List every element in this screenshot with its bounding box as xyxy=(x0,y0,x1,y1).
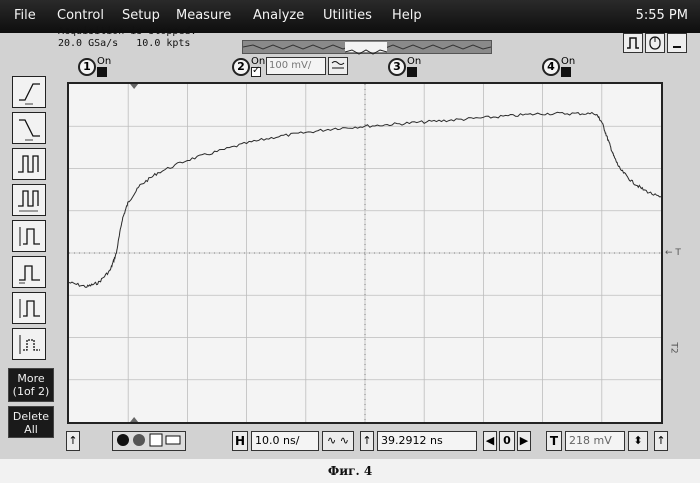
amplitude-icon xyxy=(16,224,42,250)
period-button[interactable] xyxy=(12,148,46,180)
oscilloscope-app: File Control Setup Measure Analyze Utili… xyxy=(0,0,700,459)
menu-help[interactable]: Help xyxy=(392,8,422,23)
channel-4-badge[interactable]: 4 xyxy=(542,58,560,76)
acquisition-state: Acquisition is stopped. xyxy=(58,26,196,38)
channel-4-on-label: On xyxy=(561,56,575,67)
channel-2-badge[interactable]: 2 xyxy=(232,58,250,76)
channel-1-on-label: On xyxy=(97,56,111,67)
fall-time-button[interactable] xyxy=(12,112,46,144)
trigger-level-spinner-icon[interactable]: ⬍ xyxy=(628,431,648,451)
channel-2-coupling-icon[interactable] xyxy=(328,57,348,75)
delay-field[interactable]: 39.2912 ns xyxy=(377,431,477,451)
scroll-right-icon[interactable]: ▶ xyxy=(517,431,531,451)
run-mode-icon[interactable] xyxy=(623,33,643,53)
zoom-wave-icon[interactable]: ∿ ∿ xyxy=(322,431,354,451)
menu-control[interactable]: Control xyxy=(57,8,104,23)
trigger-position-marker-bottom xyxy=(130,417,138,422)
delete-all-button[interactable]: Delete All xyxy=(8,406,54,438)
duty-cycle-icon xyxy=(16,188,42,214)
channel-2-scale-field[interactable]: 100 mV/ xyxy=(266,57,326,75)
amplitude-button[interactable] xyxy=(12,220,46,252)
menu-utilities[interactable]: Utilities xyxy=(323,8,372,23)
scroll-left-icon[interactable]: ◀ xyxy=(483,431,497,451)
file-tools-icons xyxy=(114,432,184,448)
sample-rate: 20.0 GSa/s 10.0 kpts xyxy=(58,38,196,50)
bottom-left-arrow-icon[interactable]: ↑ xyxy=(66,431,80,451)
overview-window[interactable] xyxy=(345,42,387,52)
trigger-2-marker: T2 xyxy=(669,342,679,353)
duty-cycle-button[interactable] xyxy=(12,184,46,216)
channel-1-badge[interactable]: 1 xyxy=(78,58,96,76)
trigger-level-marker: ← T xyxy=(665,248,681,258)
figure-caption: Фиг. 4 xyxy=(0,464,700,478)
acquisition-status: Acquisition is stopped. 20.0 GSa/s 10.0 … xyxy=(58,26,196,50)
rise-time-button[interactable] xyxy=(12,76,46,108)
period-icon xyxy=(16,152,42,178)
timebase-field[interactable]: 10.0 ns/ xyxy=(251,431,319,451)
vmax-icon xyxy=(16,296,42,322)
menu-measure[interactable]: Measure xyxy=(176,8,231,23)
channel-4-on-checkbox[interactable] xyxy=(561,67,571,77)
menu-analyze[interactable]: Analyze xyxy=(253,8,304,23)
channel-3-badge[interactable]: 3 xyxy=(388,58,406,76)
channel-2-on-checkbox[interactable] xyxy=(251,67,261,77)
fall-time-icon xyxy=(16,116,42,142)
channel-1-on-checkbox[interactable] xyxy=(97,67,107,77)
waveform-display[interactable] xyxy=(67,82,663,424)
minimize-icon[interactable] xyxy=(667,33,687,53)
bottom-right-arrow-icon[interactable]: ↑ xyxy=(654,431,668,451)
waveform-graticule xyxy=(69,84,661,422)
trigger-label: T xyxy=(546,431,562,451)
clock: 5:55 PM xyxy=(636,8,688,23)
file-tools-group xyxy=(112,431,186,451)
horizontal-label: H xyxy=(232,431,248,451)
mouse-icon[interactable] xyxy=(645,33,665,53)
vmin-button[interactable] xyxy=(12,328,46,360)
rise-time-icon xyxy=(16,80,42,106)
menu-setup[interactable]: Setup xyxy=(122,8,160,23)
delay-ref-icon[interactable]: ↑ xyxy=(360,431,374,451)
bottom-toolbar: ↑ H 10.0 ns/ ∿ ∿ ↑ 39.2912 ns ◀ 0 ▶ T 21… xyxy=(60,428,680,456)
top-base-icon xyxy=(16,260,42,286)
menu-file[interactable]: File xyxy=(14,8,36,23)
trigger-position-marker-top xyxy=(130,84,138,89)
position-value: 0 xyxy=(499,431,515,451)
vmax-button[interactable] xyxy=(12,292,46,324)
more-measurements-button[interactable]: More (1of 2) xyxy=(8,368,54,402)
trigger-level-field[interactable]: 218 mV xyxy=(565,431,625,451)
vmin-icon xyxy=(16,332,42,358)
acquisition-overview-bar[interactable] xyxy=(242,40,492,54)
channel-3-on-label: On xyxy=(407,56,421,67)
channel-3-on-checkbox[interactable] xyxy=(407,67,417,77)
top-base-button[interactable] xyxy=(12,256,46,288)
